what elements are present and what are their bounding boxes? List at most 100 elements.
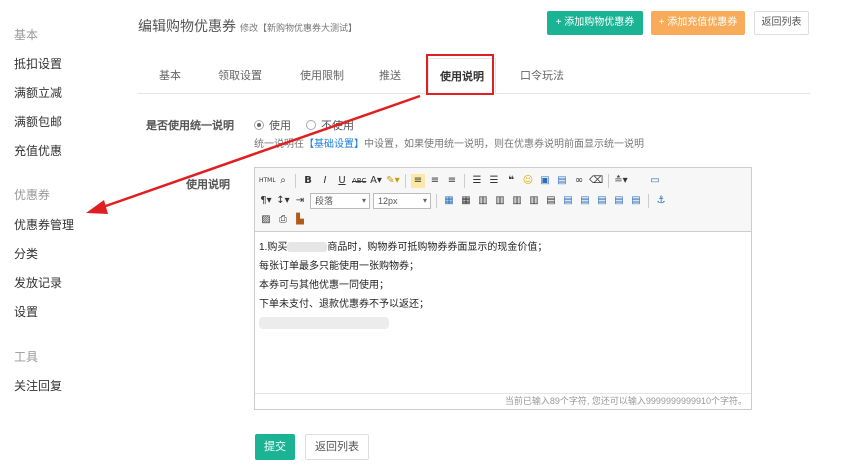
radio-use[interactable]: 使用 (254, 117, 291, 133)
anchor-icon[interactable]: ⚓ (654, 194, 668, 208)
merge-right-icon[interactable]: ▤ (561, 194, 575, 208)
table-icon[interactable]: ▦ (442, 194, 456, 208)
sidebar-heading-basic: 基本 (14, 28, 39, 42)
toolbar-row-3: ▨ ⎙ ▙ (259, 211, 307, 229)
sidebar-item-recharge-offer[interactable]: 充值优惠 (14, 142, 62, 159)
rich-text-editor[interactable]: HTML ⌕ B I U ABC A▾ ✎▾ ≡ ≡ ≡ ☰ ☰ ❝ ☺ ▣ ▤… (254, 167, 752, 410)
toolbar-separator (648, 194, 649, 208)
delete-col-icon[interactable]: ▥ (527, 194, 541, 208)
content-line-5 (259, 314, 745, 333)
content-line-1: 1.购买 商品时，购物券可抵购物券券面显示的现金价值； (259, 238, 745, 257)
content-line-1-start: 1.购买 (259, 242, 288, 253)
content-line-2: 每张订单最多只能使用一张购物券； (259, 261, 419, 272)
radio-use-indicator[interactable] (254, 120, 264, 130)
back-to-list-button[interactable]: 返回列表 (305, 434, 369, 460)
split-rows-icon[interactable]: ▤ (612, 194, 626, 208)
bold-icon[interactable]: B (301, 174, 315, 188)
paragraph-select[interactable]: 段落 (310, 193, 370, 209)
italic-icon[interactable]: I (318, 174, 332, 188)
highlight-color-icon[interactable]: ✎▾ (386, 174, 400, 188)
redacted-text (287, 242, 328, 253)
sidebar-item-issue-records[interactable]: 发放记录 (14, 274, 62, 291)
insert-col-icon[interactable]: ▥ (510, 194, 524, 208)
fullscreen-icon[interactable]: ▭ (648, 174, 662, 188)
tab-push[interactable]: 推送 (368, 58, 412, 94)
editor-content[interactable]: 1.购买 商品时，购物券可抵购物券券面显示的现金价值； 每张订单最多只能使用一张购… (259, 238, 745, 333)
page-subtitle: 修改【新购物优惠券大测试】 (240, 23, 358, 33)
sidebar-item-full-discount[interactable]: 满额立减 (14, 84, 62, 101)
row-spacing-icon[interactable]: ↕▾ (276, 194, 290, 208)
toolbar-separator (405, 174, 406, 188)
sidebar-item-coupon-management[interactable]: 优惠券管理 (14, 216, 74, 233)
unified-description-hint: 统一说明在【基础设置】中设置，如果使用统一说明，则在优惠券说明前面显示统一说明 (254, 135, 644, 150)
tab-basic[interactable]: 基本 (148, 58, 192, 94)
sidebar: 基本 抵扣设置 满额立减 满额包邮 充值优惠 优惠券 优惠券管理 分类 发放记录… (0, 0, 110, 468)
print-icon[interactable]: ⎙ (276, 213, 290, 227)
ordered-list-icon[interactable]: ☰ (470, 174, 484, 188)
merge-down-icon[interactable]: ▤ (578, 194, 592, 208)
toolbar-separator (464, 174, 465, 188)
toolbar-row-1: HTML ⌕ B I U ABC A▾ ✎▾ ≡ ≡ ≡ ☰ ☰ ❝ ☺ ▣ ▤… (259, 172, 662, 190)
font-size-select[interactable]: 12px (373, 193, 431, 209)
split-cells-icon[interactable]: ▤ (595, 194, 609, 208)
html-source-icon[interactable]: HTML (259, 174, 276, 188)
content-line-4: 下单未支付、退款优惠券不予以返还； (259, 299, 429, 310)
align-left-icon[interactable]: ≡ (411, 174, 425, 188)
toolbar-separator (436, 194, 437, 208)
emoji-icon[interactable]: ☺ (521, 174, 535, 188)
hint-prefix: 统一说明在 (254, 139, 304, 150)
header-back-to-list-button[interactable]: 返回列表 (754, 11, 809, 35)
paste-icon[interactable]: ▙ (293, 213, 307, 227)
quote-icon[interactable]: ❝ (504, 174, 518, 188)
content-line-1-end: 商品时，购物券可抵购物券券面显示的现金价值； (327, 242, 548, 253)
tab-highlight-box (426, 54, 494, 95)
delete-row-icon[interactable]: ▥ (493, 194, 507, 208)
character-counter: 当前已输入89个字符, 您还可以输入9999999999910个字符。 (504, 396, 747, 406)
page-title: 编辑购物优惠券 修改【新购物优惠券大测试】 (138, 16, 357, 36)
sidebar-item-follow-reply[interactable]: 关注回复 (14, 377, 62, 394)
video-icon[interactable]: ▤ (555, 174, 569, 188)
unordered-list-icon[interactable]: ☰ (487, 174, 501, 188)
image-icon[interactable]: ▣ (538, 174, 552, 188)
content-line-3: 本券可与其他优惠一同使用； (259, 280, 389, 291)
align-center-icon[interactable]: ≡ (428, 174, 442, 188)
editor-toolbar: HTML ⌕ B I U ABC A▾ ✎▾ ≡ ≡ ≡ ☰ ☰ ❝ ☺ ▣ ▤… (255, 168, 751, 232)
insert-picture-icon[interactable]: ▨ (259, 213, 273, 227)
redacted-line (259, 317, 389, 330)
submit-button[interactable]: 提交 (255, 434, 295, 460)
tab-claim-settings[interactable]: 领取设置 (208, 58, 272, 94)
basic-settings-link[interactable]: 【基础设置】 (304, 139, 364, 150)
sidebar-item-settings[interactable]: 设置 (14, 303, 38, 320)
insert-row-icon[interactable]: ▥ (476, 194, 490, 208)
indent-icon[interactable]: ⇥ (293, 194, 307, 208)
tab-usage-limits[interactable]: 使用限制 (290, 58, 354, 94)
radio-not-use-label: 不使用 (321, 120, 354, 132)
radio-use-label: 使用 (269, 120, 291, 132)
sidebar-item-free-shipping[interactable]: 满额包邮 (14, 113, 62, 130)
sidebar-item-deduction-settings[interactable]: 抵扣设置 (14, 55, 62, 72)
add-shopping-coupon-button[interactable]: + 添加购物优惠券 (547, 11, 643, 35)
radio-not-use[interactable]: 不使用 (306, 117, 354, 133)
line-height-icon[interactable]: ≛▾ (614, 174, 628, 188)
unified-description-label: 是否使用统一说明 (146, 120, 234, 132)
hint-suffix: 中设置，如果使用统一说明，则在优惠券说明前面显示统一说明 (364, 139, 644, 150)
font-color-icon[interactable]: A▾ (369, 174, 383, 188)
toolbar-row-2: ¶▾ ↕▾ ⇥ 段落 12px ▦ ▦ ▥ ▥ ▥ ▥ ▤ ▤ ▤ ▤ ▤ ▤ … (259, 192, 668, 210)
merge-cells-icon[interactable]: ▤ (544, 194, 558, 208)
toolbar-separator (608, 174, 609, 188)
split-cols-icon[interactable]: ▤ (629, 194, 643, 208)
sidebar-heading-coupon: 优惠券 (14, 188, 51, 202)
tab-password-play[interactable]: 口令玩法 (510, 58, 574, 94)
eraser-icon[interactable]: ⌫ (589, 174, 603, 188)
strikethrough-icon[interactable]: ABC (352, 174, 366, 188)
table-delete-icon[interactable]: ▦ (459, 194, 473, 208)
underline-icon[interactable]: U (335, 174, 349, 188)
align-right-icon[interactable]: ≡ (445, 174, 459, 188)
preview-icon[interactable]: ⌕ (276, 174, 290, 188)
toolbar-separator (295, 174, 296, 188)
add-recharge-coupon-button[interactable]: + 添加充值优惠券 (651, 11, 745, 35)
sidebar-item-category[interactable]: 分类 (14, 245, 38, 262)
radio-not-use-indicator[interactable] (306, 120, 316, 130)
paragraph-format-icon[interactable]: ¶▾ (259, 194, 273, 208)
link-icon[interactable]: ∞ (572, 174, 586, 188)
